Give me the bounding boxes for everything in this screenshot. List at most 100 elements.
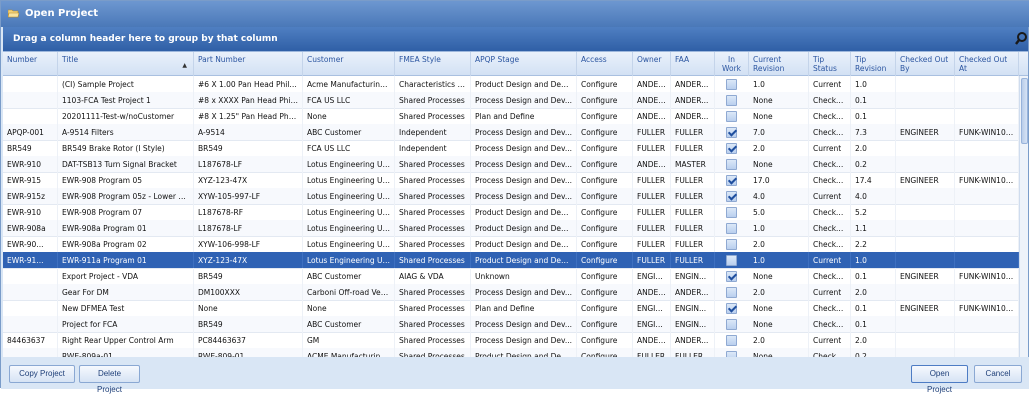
column-header-access[interactable]: Access [577, 52, 633, 76]
cell-tip-revision: 2.0 [851, 332, 896, 349]
table-row[interactable]: 84463637 Right Rear Upper Control Arm PC84… [3, 332, 1019, 349]
cell-tip-revision: 2.0 [851, 140, 896, 157]
cell-owner: ANDER... [633, 284, 671, 301]
in-work-checkbox[interactable] [726, 319, 737, 330]
cell-fmea-style: Characteristics I... [395, 76, 471, 93]
group-by-panel[interactable]: Drag a column header here to group by th… [3, 27, 1028, 51]
in-work-checkbox[interactable] [726, 127, 737, 138]
table-row[interactable]: Gear For DM DM100XXX Carboni Off-road Veh.… [3, 284, 1019, 301]
table-row[interactable]: 1103-FCA Test Project 1 #8 x XXXX Pan Hea… [3, 92, 1019, 109]
vertical-scrollbar[interactable] [1019, 76, 1028, 357]
table-row[interactable]: Project for FCA BR549 ABC Customer Shared P… [3, 316, 1019, 333]
cell-apqp-stage: Product Design and Dev... [471, 220, 577, 237]
cancel-button[interactable]: Cancel [974, 365, 1022, 383]
column-header-title[interactable]: Title ▲ [58, 52, 194, 76]
cell-number: EWR-91... [3, 252, 58, 269]
column-header-checked-out-by[interactable]: Checked Out By [896, 52, 955, 76]
table-row-selected[interactable]: EWR-91... EWR-911a Program 01 XYZ-123-47X L… [3, 252, 1019, 269]
search-icon[interactable] [1015, 31, 1029, 47]
copy-project-button[interactable]: Copy Project [9, 365, 75, 383]
cell-part-number: DM100XXX [194, 284, 303, 301]
cell-checked-out-at [955, 332, 1019, 349]
in-work-checkbox[interactable] [726, 143, 737, 154]
cell-customer: GM [303, 332, 395, 349]
in-work-checkbox[interactable] [726, 111, 737, 122]
in-work-checkbox[interactable] [726, 191, 737, 202]
cell-tip-revision: 17.4 [851, 172, 896, 189]
table-row[interactable]: Export Project - VDA BR549 ABC Customer AIA… [3, 268, 1019, 285]
open-project-button[interactable]: Open Project [911, 365, 968, 394]
cell-part-number: None [194, 300, 303, 317]
column-header-checked-out-at[interactable]: Checked Out At [955, 52, 1019, 76]
cell-faa: FULLER [671, 172, 715, 189]
table-row[interactable]: EWR-908a EWR-908a Program 01 L187678-LF Lot… [3, 220, 1019, 237]
scrollbar-thumb[interactable] [1021, 78, 1028, 144]
table-row[interactable]: RWE-809a-01 RWE-809-01 ACME Manufacturing,… [3, 348, 1019, 357]
table-row[interactable]: EWR-910 EWR-908 Program 07 L187678-RF Lotus… [3, 204, 1019, 221]
cell-part-number: #8 x XXXX Pan Head Phillips [194, 92, 303, 109]
project-grid[interactable]: Number Title ▲ Part Number Customer FMEA Styl… [3, 51, 1028, 357]
column-header-owner[interactable]: Owner [633, 52, 671, 76]
in-work-checkbox[interactable] [726, 207, 737, 218]
table-row[interactable]: 20201111-Test-w/noCustomer #8 X 1.25" Pan… [3, 108, 1019, 125]
table-row[interactable]: (CI) Sample Project #6 X 1.00 Pan Head Ph… [3, 76, 1019, 93]
table-row[interactable]: EWR-915 EWR-908 Program 05 XYZ-123-47X Lotu… [3, 172, 1019, 189]
column-header-number[interactable]: Number [3, 52, 58, 76]
table-row[interactable]: EWR-915z EWR-908 Program 05z - Lower C...… [3, 188, 1019, 205]
table-row[interactable]: New DFMEA Test None None Shared Processes Pl… [3, 300, 1019, 317]
cell-number: EWR-915z [3, 188, 58, 205]
table-row[interactable]: EWR-90... EWR-908a Program 02 XYW-106-998-… [3, 236, 1019, 253]
cell-part-number: BR549 [194, 140, 303, 157]
table-row[interactable]: EWR-910 DAT-TSB13 Turn Signal Bracket L187… [3, 156, 1019, 173]
cell-checked-out-by: ENGINEER [896, 268, 955, 285]
cell-access: Configure [577, 92, 633, 109]
column-header-current-revision[interactable]: Current Revision [749, 52, 809, 76]
cell-fmea-style: Shared Processes [395, 204, 471, 221]
in-work-checkbox[interactable] [726, 335, 737, 346]
column-header-tip-revision[interactable]: Tip Revision [851, 52, 896, 76]
title-bar[interactable]: Open Project [1, 1, 1029, 27]
column-header-customer[interactable]: Customer [303, 52, 395, 76]
column-header-tip-status[interactable]: Tip Status [809, 52, 851, 76]
cell-access: Configure [577, 140, 633, 157]
cell-faa: FULLER [671, 236, 715, 253]
cell-customer: ABC Customer [303, 316, 395, 333]
cell-customer: None [303, 300, 395, 317]
table-row[interactable]: APQP-001 A-9514 Filters A-9514 ABC Customer… [3, 124, 1019, 141]
delete-project-button[interactable]: Delete Project [79, 365, 140, 394]
column-header-fmea-style[interactable]: FMEA Style [395, 52, 471, 76]
cell-owner: FULLER [633, 348, 671, 357]
in-work-checkbox[interactable] [726, 255, 737, 266]
sort-ascending-icon: ▲ [182, 62, 187, 69]
in-work-checkbox[interactable] [726, 223, 737, 234]
in-work-checkbox[interactable] [726, 271, 737, 282]
cell-apqp-stage: Plan and Define [471, 300, 577, 317]
column-header-part-number[interactable]: Part Number [194, 52, 303, 76]
column-header-in-work[interactable]: In Work [715, 52, 749, 76]
in-work-checkbox[interactable] [726, 79, 737, 90]
cell-tip-status: Checke... [809, 268, 851, 285]
cell-access: Configure [577, 76, 633, 93]
cell-checked-out-at [955, 156, 1019, 173]
table-row[interactable]: BR549 BR549 Brake Rotor (I Style) BR549 FCA… [3, 140, 1019, 157]
in-work-checkbox[interactable] [726, 287, 737, 298]
cell-part-number: XYW-105-997-LF [194, 188, 303, 205]
in-work-checkbox[interactable] [726, 239, 737, 250]
cell-checked-out-at [955, 92, 1019, 109]
in-work-checkbox[interactable] [726, 175, 737, 186]
cell-checked-out-by [896, 76, 955, 93]
cell-checked-out-at [955, 316, 1019, 333]
in-work-checkbox[interactable] [726, 303, 737, 314]
cell-title: EWR-908 Program 07 [58, 204, 194, 221]
column-header-faa[interactable]: FAA [671, 52, 715, 76]
cell-title: Project for FCA [58, 316, 194, 333]
cell-apqp-stage: Product Design and Dev... [471, 348, 577, 357]
cell-apqp-stage: Plan and Define [471, 108, 577, 125]
cell-apqp-stage: Process Design and Dev... [471, 156, 577, 173]
column-header-apqp-stage[interactable]: APQP Stage [471, 52, 577, 76]
cell-apqp-stage: Product Design and Dev... [471, 236, 577, 253]
cell-checked-out-by [896, 92, 955, 109]
in-work-checkbox[interactable] [726, 95, 737, 106]
in-work-checkbox[interactable] [726, 159, 737, 170]
cell-tip-status: Checke... [809, 156, 851, 173]
